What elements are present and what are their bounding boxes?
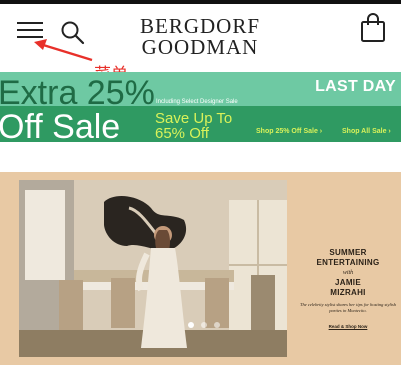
hero-photo-illustration (19, 180, 287, 357)
promo-save-line-2: 65% Off (155, 125, 209, 142)
carousel-dot[interactable] (214, 322, 220, 328)
logo-line-1: BERGDORF (139, 14, 261, 38)
carousel-dot[interactable] (188, 322, 194, 328)
hero-section: SUMMER ENTERTAINING with JAMIE MIZRAHI T… (0, 172, 401, 365)
carousel-dot[interactable] (201, 322, 207, 328)
promo-banner[interactable]: Extra 25% Off Sale Including Select Desi… (0, 72, 401, 142)
read-shop-now-link[interactable]: Read & Shop Now (296, 324, 400, 329)
hero-name-line-1: JAMIE (335, 278, 361, 287)
shop-all-sale-link[interactable]: Shop All Sale › (342, 128, 391, 135)
logo-line-2: GOODMAN (141, 35, 259, 59)
shop-25-off-link[interactable]: Shop 25% Off Sale › (256, 128, 322, 135)
hero-name-line-2: MIZRAHI (330, 288, 366, 297)
hero-with: with (342, 270, 354, 276)
promo-note: Including Select Designer Sale (156, 99, 238, 105)
hero-text-block: SUMMER ENTERTAINING with JAMIE MIZRAHI T… (296, 248, 400, 329)
hero-description: The celebrity stylist shares her tips fo… (299, 302, 397, 313)
annotation-arrow (34, 39, 93, 62)
promo-save-line-1: Save Up To (155, 110, 233, 127)
promo-headline-1: Extra 25% (0, 74, 155, 112)
hero-title-line-2: ENTERTAINING (316, 258, 380, 267)
hero-title-line-1: SUMMER (329, 248, 367, 257)
promo-headline-2: Off Sale (0, 108, 121, 142)
promo-save-text: Save Up To 65% Off (155, 111, 232, 141)
brand-logo[interactable]: BERGDORF GOODMAN (130, 16, 270, 58)
hero-photo[interactable] (19, 180, 287, 357)
shopping-bag-icon[interactable] (360, 13, 386, 43)
promo-badge: LAST DAY (315, 78, 396, 95)
